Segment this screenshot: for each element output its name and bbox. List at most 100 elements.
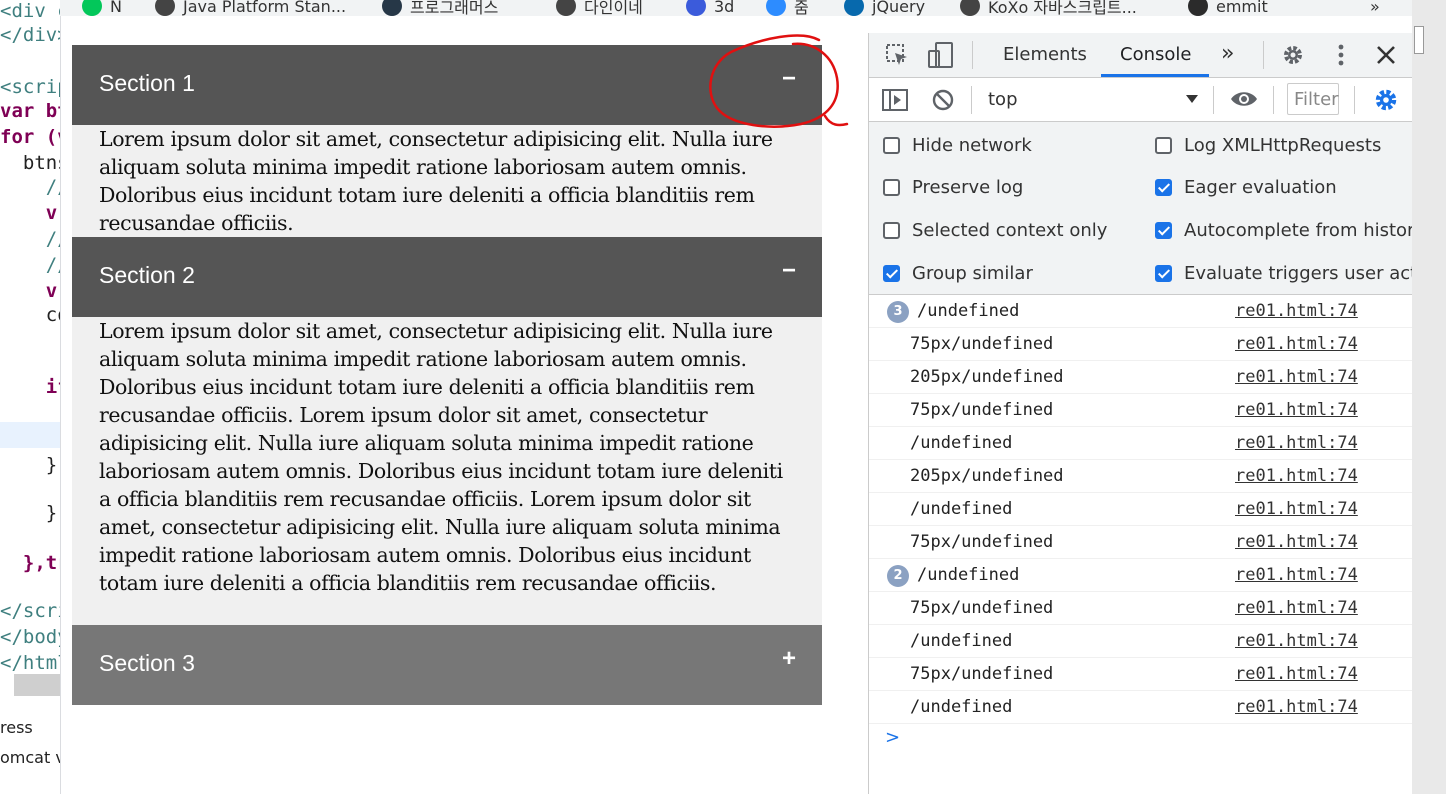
tab-console[interactable]: Console — [1120, 44, 1191, 65]
selected-context-only-checkbox[interactable] — [883, 221, 900, 239]
section-body-text: Lorem ipsum dolor sit amet, consectetur … — [99, 127, 773, 235]
bookmarks-bar: N Java Platform Stan... 프로그래머스 다인이네 3d 줌 jQuer… — [60, 0, 1412, 16]
window-edge — [1412, 0, 1446, 794]
selected-context-only-option[interactable]: Selected context only — [883, 218, 1107, 242]
bookmark-item[interactable]: jQuery — [844, 0, 925, 16]
option-label: Group similar — [912, 262, 1033, 284]
console-message-text: 205px/undefined — [910, 466, 1064, 486]
source-location-link[interactable]: re01.html:74 — [1235, 697, 1358, 717]
bookmark-item[interactable]: emmit — [1188, 0, 1268, 16]
bookmark-item[interactable]: KoXo 자바스크립트... — [960, 0, 1137, 16]
console-prompt-chevron-icon[interactable]: > — [885, 727, 900, 748]
accordion-header-section-2[interactable]: Section 2 − — [72, 237, 822, 317]
collapse-toggle-icon[interactable]: − — [782, 257, 796, 285]
source-location-link[interactable]: re01.html:74 — [1235, 433, 1358, 453]
bookmark-item[interactable]: 프로그래머스 — [382, 0, 498, 16]
autocomplete-from-history-checkbox[interactable] — [1155, 221, 1172, 239]
close-icon[interactable] — [1375, 44, 1397, 66]
toolbar-divider — [1213, 86, 1214, 114]
source-location-link[interactable]: re01.html:74 — [1235, 466, 1358, 486]
editor-code-line: </scrip — [0, 600, 60, 622]
editor-code-line: // — [45, 254, 60, 276]
expand-toggle-icon[interactable]: + — [782, 645, 796, 673]
live-expression-eye-icon[interactable] — [1229, 89, 1259, 109]
evaluate-triggers-user-activation-checkbox[interactable] — [1155, 264, 1172, 282]
show-sidebar-icon[interactable] — [881, 88, 909, 112]
editor-code-line: btns — [22, 152, 60, 174]
console-settings-gear-icon[interactable] — [1373, 87, 1399, 113]
preserve-log-option[interactable]: Preserve log — [883, 175, 1023, 199]
console-message-row: 75px/undefined re01.html:74 — [869, 658, 1413, 691]
console-messages: 3/undefined re01.html:74 75px/undefined re0… — [869, 295, 1413, 724]
toolbar-divider — [971, 86, 972, 114]
editor-code-line: v — [0, 280, 58, 302]
log-xmlhttprequests-checkbox[interactable] — [1155, 136, 1172, 154]
tab-elements[interactable]: Elements — [1003, 44, 1087, 65]
device-toolbar-icon[interactable] — [927, 41, 955, 69]
console-message-text: /undefined — [917, 565, 1020, 585]
source-location-link[interactable]: re01.html:74 — [1235, 598, 1358, 618]
editor-code-line: v — [0, 202, 58, 224]
editor-code-line: co — [45, 304, 60, 326]
source-location-link[interactable]: re01.html:74 — [1235, 499, 1358, 519]
section-title: Section 3 — [99, 650, 195, 676]
editor-code-line: </html — [0, 652, 60, 674]
source-location-link[interactable]: re01.html:74 — [1235, 334, 1358, 354]
source-location-link[interactable]: re01.html:74 — [1235, 565, 1358, 585]
source-location-link[interactable]: re01.html:74 — [1235, 367, 1358, 387]
bookmarks-overflow-chevron-icon[interactable]: » — [1370, 0, 1380, 16]
console-settings-pane: Hide network Log XMLHttpRequests Preserv… — [869, 122, 1413, 295]
bookmark-item[interactable]: 다인이네 — [556, 0, 643, 16]
editor-horizontal-scrollbar[interactable] — [14, 674, 60, 696]
console-message-row: 75px/undefined re01.html:74 — [869, 592, 1413, 625]
bookmark-label: jQuery — [872, 0, 926, 16]
bookmark-label: 3d — [714, 0, 735, 16]
hide-network-checkbox[interactable] — [883, 136, 900, 154]
eager-evaluation-option[interactable]: Eager evaluation — [1155, 175, 1337, 199]
source-location-link[interactable]: re01.html:74 — [1235, 631, 1358, 651]
source-location-link[interactable]: re01.html:74 — [1235, 664, 1358, 684]
more-tabs-chevron-icon[interactable]: » — [1221, 41, 1234, 66]
more-vert-icon — [556, 0, 576, 16]
hide-network-option[interactable]: Hide network — [883, 133, 1032, 157]
editor-panel-tab-tomcat[interactable]: omcat v — [0, 748, 60, 767]
group-similar-option[interactable]: Group similar — [883, 261, 1033, 285]
editor-code-line: if — [45, 376, 60, 398]
programmers-icon — [382, 0, 402, 16]
editor-code-line: for (va — [0, 126, 60, 148]
inspect-element-icon[interactable] — [885, 43, 909, 67]
repeat-count-badge: 2 — [887, 565, 909, 587]
console-toolbar: top Filter — [869, 78, 1413, 122]
preserve-log-checkbox[interactable] — [883, 178, 900, 196]
toolbar-divider — [1354, 86, 1355, 114]
evaluate-triggers-user-activation-option[interactable]: Evaluate triggers user activation — [1155, 261, 1413, 285]
bookmark-label: emmit — [1216, 0, 1268, 16]
group-similar-checkbox[interactable] — [883, 264, 900, 282]
console-message-row: 3/undefined re01.html:74 — [869, 295, 1413, 328]
context-dropdown-arrow-icon[interactable] — [1185, 94, 1199, 104]
jquery-icon — [844, 0, 864, 16]
scroll-thumb[interactable] — [1414, 26, 1424, 54]
console-message-row: 75px/undefined re01.html:74 — [869, 394, 1413, 427]
console-filter-input[interactable]: Filter — [1287, 83, 1339, 115]
source-location-link[interactable]: re01.html:74 — [1235, 532, 1358, 552]
source-location-link[interactable]: re01.html:74 — [1235, 400, 1358, 420]
devtools-tab-bar: Elements Console » — [869, 33, 1413, 78]
settings-gear-icon[interactable] — [1281, 43, 1305, 67]
option-label: Log XMLHttpRequests — [1184, 134, 1382, 156]
accordion-header-section-3[interactable]: Section 3 + — [72, 625, 822, 705]
bookmark-item[interactable]: Java Platform Stan... — [155, 0, 346, 16]
bookmark-item[interactable]: 3d — [686, 0, 734, 16]
context-selector[interactable]: top — [988, 89, 1018, 110]
source-location-link[interactable]: re01.html:74 — [1235, 301, 1358, 321]
log-xmlhttprequests-option[interactable]: Log XMLHttpRequests — [1155, 133, 1381, 157]
bookmark-item[interactable]: 줌 — [766, 0, 809, 16]
clear-console-icon[interactable] — [931, 88, 955, 112]
more-options-kebab-icon[interactable] — [1331, 43, 1351, 67]
eager-evaluation-checkbox[interactable] — [1155, 178, 1172, 196]
autocomplete-from-history-option[interactable]: Autocomplete from history — [1155, 218, 1413, 242]
bookmark-item[interactable]: N — [82, 0, 122, 16]
bookmark-label: KoXo 자바스크립트... — [988, 0, 1137, 16]
editor-panel-tab-progress[interactable]: ress — [0, 718, 33, 737]
toolbar-divider — [972, 41, 973, 69]
